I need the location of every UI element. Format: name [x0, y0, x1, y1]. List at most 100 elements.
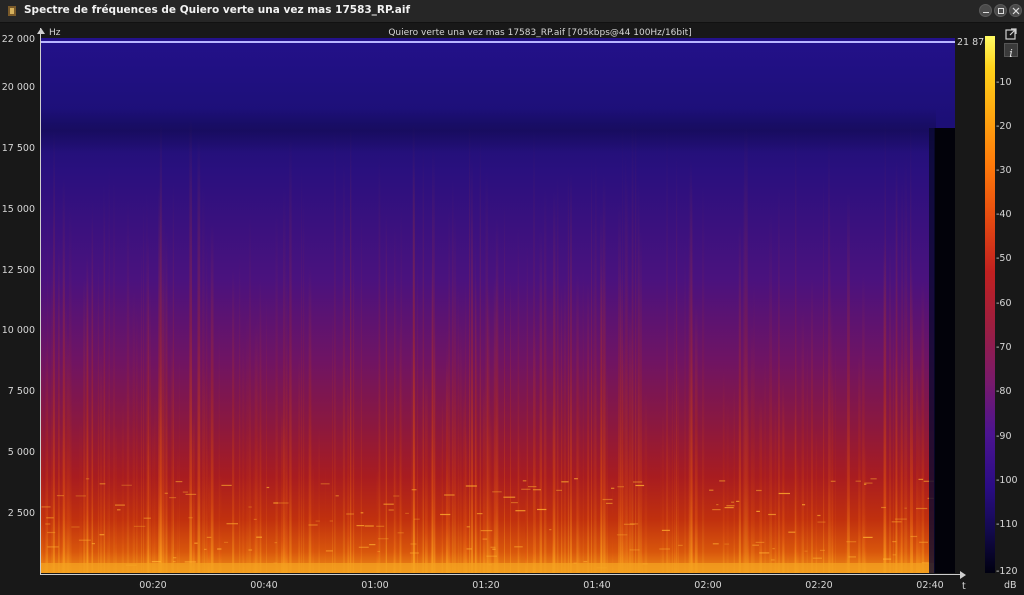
spectral-harmonic — [537, 508, 547, 511]
spectral-streak — [726, 397, 729, 573]
spectral-streak — [911, 314, 914, 573]
spectral-harmonic — [515, 510, 526, 512]
spectral-harmonic — [410, 543, 417, 545]
spectral-harmonic — [356, 525, 365, 527]
spectral-streak — [246, 311, 250, 573]
spectral-harmonic — [440, 513, 451, 516]
y-tick-label: 12 500 — [1, 265, 35, 276]
spectral-harmonic — [444, 494, 455, 496]
spectral-harmonic — [817, 514, 821, 517]
spectral-harmonic — [635, 484, 645, 487]
spectral-harmonic — [716, 504, 719, 506]
spectral-streak — [239, 251, 241, 573]
spectral-harmonic — [99, 534, 105, 536]
plot-subtitle: Quiero verte una vez mas 17583_RP.aif [7… — [388, 28, 692, 38]
spectral-streak — [469, 121, 471, 573]
spectral-harmonic — [482, 538, 488, 540]
spectral-harmonic — [466, 548, 472, 550]
spectral-streak — [146, 190, 148, 573]
spectral-harmonic — [91, 543, 95, 545]
spectral-harmonic — [736, 500, 740, 502]
spectral-harmonic — [602, 498, 613, 501]
spectral-streak — [504, 202, 505, 573]
spectral-harmonic — [164, 492, 168, 494]
spectral-streak — [893, 313, 894, 573]
spectral-streak — [889, 241, 891, 573]
spectral-harmonic — [892, 554, 896, 556]
spectral-harmonic — [617, 486, 624, 488]
spectrogram[interactable] — [41, 38, 955, 573]
spectral-streak — [883, 243, 886, 573]
spectral-streak — [411, 323, 413, 573]
spectral-harmonic — [194, 542, 198, 544]
spectral-streak — [823, 167, 824, 573]
spectral-streak — [662, 408, 664, 573]
spectral-streak — [86, 251, 88, 573]
spectral-streak — [136, 306, 138, 573]
spectral-streak — [347, 385, 350, 573]
minimize-button[interactable] — [979, 4, 992, 17]
info-button[interactable]: i — [1004, 43, 1018, 60]
spectral-streak — [745, 124, 748, 573]
spectral-harmonic — [376, 525, 385, 527]
spectral-streak — [677, 360, 679, 573]
spectral-streak — [618, 202, 621, 573]
spectral-streak — [318, 428, 320, 573]
spectral-harmonic — [411, 489, 417, 491]
maximize-button[interactable] — [994, 4, 1007, 17]
spectral-streak — [862, 271, 865, 573]
spectral-streak — [769, 210, 772, 573]
spectral-streak — [744, 127, 746, 573]
spectral-streak — [644, 392, 648, 573]
y-tick-label: 15 000 — [1, 204, 35, 215]
spectral-streak — [806, 334, 808, 573]
spectral-streak — [595, 150, 597, 573]
spectral-streak — [628, 307, 632, 573]
colorbar-tick: -110 — [996, 519, 1018, 530]
spectral-harmonic — [266, 486, 270, 489]
y-tick-label: 2 500 — [7, 508, 35, 519]
spectral-streak — [747, 397, 749, 573]
export-button[interactable] — [1004, 26, 1018, 40]
spectral-harmonic — [41, 506, 51, 508]
spectral-streak — [637, 178, 640, 573]
spectral-harmonic — [226, 523, 238, 525]
spectral-streak — [689, 159, 692, 573]
spectral-streak — [544, 187, 547, 573]
spectral-streak — [141, 242, 142, 573]
spectral-harmonic — [848, 556, 856, 558]
spectral-streak — [845, 422, 847, 573]
x-tick-label: 01:40 — [583, 580, 611, 591]
spectral-harmonic — [731, 501, 735, 503]
spectral-harmonic — [173, 557, 177, 559]
close-button[interactable] — [1009, 4, 1022, 17]
spectral-harmonic — [633, 481, 643, 483]
x-axis-arrow — [960, 571, 966, 579]
spectral-streak — [422, 143, 424, 573]
spectral-harmonic — [549, 529, 552, 531]
colorbar-tick: -90 — [996, 431, 1012, 442]
spectral-streak — [811, 275, 813, 573]
spectral-streak — [815, 430, 818, 573]
minimize-icon — [983, 12, 989, 13]
spectral-harmonic — [788, 531, 796, 533]
spectral-streak — [53, 129, 55, 573]
spectral-streak — [517, 438, 519, 573]
spectral-streak — [58, 247, 60, 573]
spectral-harmonic — [759, 552, 770, 554]
spectral-streak — [764, 351, 767, 573]
spectral-harmonic — [476, 513, 483, 515]
spectral-harmonic — [802, 504, 806, 506]
spectral-streak — [908, 491, 910, 573]
spectral-streak — [303, 196, 305, 573]
spectral-harmonic — [804, 550, 808, 552]
spectral-streak — [210, 223, 214, 573]
spectral-harmonic — [358, 546, 369, 548]
spectral-streak — [425, 372, 428, 573]
spectral-streak — [459, 321, 462, 573]
colorbar-tick: -20 — [996, 121, 1012, 132]
spectral-harmonic — [248, 506, 252, 508]
spectral-harmonic — [863, 536, 873, 538]
spectral-harmonic — [574, 478, 578, 480]
spectral-harmonic — [678, 544, 683, 546]
